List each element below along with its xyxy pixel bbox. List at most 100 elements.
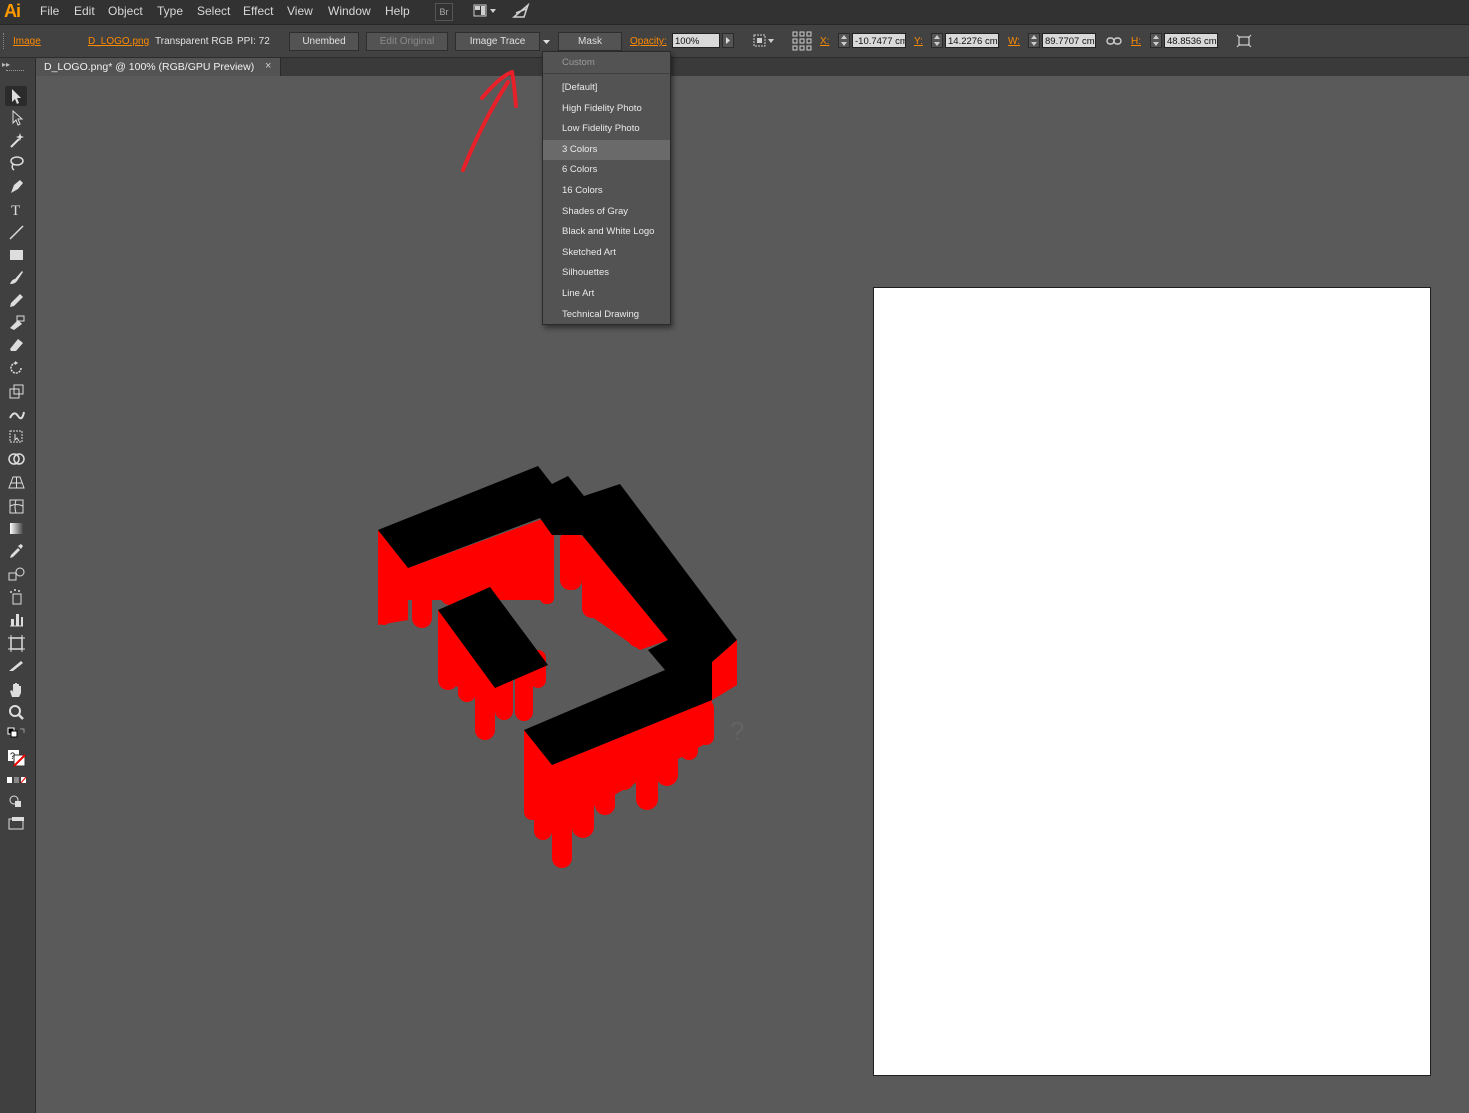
menu-file[interactable]: File <box>40 4 59 18</box>
constrain-proportions-link-icon[interactable] <box>1106 34 1122 51</box>
default-fill-stroke-icon[interactable] <box>5 726 27 746</box>
panel-grip[interactable] <box>3 33 6 49</box>
bridge-button[interactable]: Br <box>435 3 453 21</box>
x-stepper[interactable] <box>838 33 850 48</box>
opacity-link[interactable]: Opacity: <box>630 36 667 47</box>
shape-builder-tool[interactable] <box>5 449 27 469</box>
edit-original-button[interactable]: Edit Original <box>366 32 448 51</box>
menu-type[interactable]: Type <box>157 4 183 18</box>
mask-button[interactable]: Mask <box>558 32 622 51</box>
preset-item-3-colors[interactable]: 3 Colors <box>543 139 670 160</box>
preset-item-high-fidelity-photo[interactable]: High Fidelity Photo <box>543 99 670 119</box>
preset-item-technical-drawing[interactable]: Technical Drawing <box>543 305 670 325</box>
gradient-tool[interactable] <box>5 518 27 538</box>
artboard[interactable] <box>873 287 1431 1076</box>
eyedropper-tool[interactable] <box>5 541 27 561</box>
pen-tool[interactable] <box>5 176 27 196</box>
workspace-switcher-icon[interactable] <box>472 3 498 19</box>
menu-view[interactable]: View <box>287 4 313 18</box>
warp-tool[interactable] <box>5 404 27 424</box>
menu-window[interactable]: Window <box>328 4 371 18</box>
preset-item-shades-of-gray[interactable]: Shades of Gray <box>543 202 670 222</box>
menu-help[interactable]: Help <box>385 4 410 18</box>
svg-text:T: T <box>11 203 20 219</box>
lasso-icon <box>9 156 24 171</box>
preset-item-silhouettes[interactable]: Silhouettes <box>543 263 670 283</box>
menu-select[interactable]: Select <box>197 4 230 18</box>
opacity-field[interactable]: 100% <box>672 33 720 48</box>
menu-bar: Ai File Edit Object Type Select Effect V… <box>0 0 1469 25</box>
x-field[interactable]: -10.7477 cm <box>852 33 906 48</box>
preset-item-low-fidelity-photo[interactable]: Low Fidelity Photo <box>543 119 670 139</box>
artboard-icon <box>7 635 25 652</box>
transform-options-icon[interactable] <box>1236 34 1252 51</box>
direct-selection-tool[interactable] <box>5 108 27 128</box>
preset-item-sketched-art[interactable]: Sketched Art <box>543 243 670 263</box>
w-field[interactable]: 89.7707 cm <box>1042 33 1096 48</box>
gpu-performance-icon[interactable] <box>510 2 532 19</box>
blend-tool[interactable] <box>5 564 27 584</box>
collapse-panel-icon[interactable]: ▸▸ <box>2 60 10 69</box>
rectangle-tool[interactable] <box>5 245 27 265</box>
preset-item-16-colors[interactable]: 16 Colors <box>543 181 670 201</box>
placed-image-d-logo[interactable]: ? <box>370 460 750 880</box>
x-label[interactable]: X: <box>820 36 829 47</box>
mesh-tool[interactable] <box>5 496 27 516</box>
image-trace-preset-menu: Custom [Default] High Fidelity Photo Low F… <box>542 51 671 325</box>
lasso-tool[interactable] <box>5 153 27 173</box>
align-to-selection-icon[interactable] <box>753 34 777 51</box>
document-tab[interactable]: D_LOGO.png* @ 100% (RGB/GPU Preview) × <box>36 58 281 76</box>
perspective-grid-tool[interactable] <box>5 472 27 492</box>
opacity-slider-toggle[interactable] <box>722 33 734 48</box>
y-field[interactable]: 14.2276 cm <box>945 33 999 48</box>
image-trace-preset-dropdown[interactable] <box>540 33 553 50</box>
hand-tool[interactable] <box>5 680 27 700</box>
line-segment-tool[interactable] <box>5 222 27 242</box>
menu-object[interactable]: Object <box>108 4 143 18</box>
h-field[interactable]: 48.8536 cm <box>1164 33 1218 48</box>
menu-edit[interactable]: Edit <box>74 4 95 18</box>
paintbrush-icon <box>9 271 23 284</box>
column-graph-tool[interactable] <box>5 609 27 629</box>
color-mode-buttons[interactable] <box>5 772 27 792</box>
magic-wand-tool[interactable] <box>5 130 27 150</box>
close-icon[interactable]: × <box>265 60 271 72</box>
h-label[interactable]: H: <box>1131 36 1141 47</box>
preset-item-default[interactable]: [Default] <box>543 78 670 98</box>
slice-tool[interactable] <box>5 656 27 676</box>
app-logo: Ai <box>4 1 21 21</box>
scale-tool[interactable] <box>5 381 27 401</box>
draw-mode-icon[interactable] <box>5 792 27 812</box>
rotate-icon <box>9 361 22 374</box>
h-stepper[interactable] <box>1150 33 1162 48</box>
unembed-button[interactable]: Unembed <box>289 32 359 51</box>
image-trace-button[interactable]: Image Trace <box>455 32 540 51</box>
selection-tool[interactable] <box>5 86 27 106</box>
reference-point-icon[interactable] <box>792 31 812 54</box>
blob-brush-tool[interactable] <box>5 312 27 332</box>
preset-item-6-colors[interactable]: 6 Colors <box>543 160 670 180</box>
paintbrush-tool[interactable] <box>5 267 27 287</box>
filename-link[interactable]: D_LOGO.png <box>88 36 149 47</box>
zoom-tool[interactable] <box>5 702 27 722</box>
y-stepper[interactable] <box>931 33 943 48</box>
artboard-tool[interactable] <box>5 633 27 653</box>
scale-icon <box>9 384 23 399</box>
w-label[interactable]: W: <box>1008 36 1020 47</box>
y-label[interactable]: Y: <box>914 36 923 47</box>
pencil-tool[interactable] <box>5 290 27 310</box>
fill-stroke-swatch[interactable]: ? <box>5 748 27 768</box>
screen-mode-icon[interactable] <box>5 814 27 834</box>
eraser-tool[interactable] <box>5 334 27 354</box>
preset-item-line-art[interactable]: Line Art <box>543 284 670 304</box>
free-transform-tool[interactable] <box>5 426 27 446</box>
type-tool[interactable]: T <box>5 199 27 219</box>
shape-builder-icon <box>7 453 25 465</box>
preset-item-black-and-white-logo[interactable]: Black and White Logo <box>543 222 670 242</box>
symbol-sprayer-tool[interactable] <box>5 587 27 607</box>
object-type-link[interactable]: Image <box>13 36 41 47</box>
panel-grip[interactable] <box>6 70 24 73</box>
w-stepper[interactable] <box>1028 33 1040 48</box>
rotate-tool[interactable] <box>5 358 27 378</box>
menu-effect[interactable]: Effect <box>243 4 273 18</box>
